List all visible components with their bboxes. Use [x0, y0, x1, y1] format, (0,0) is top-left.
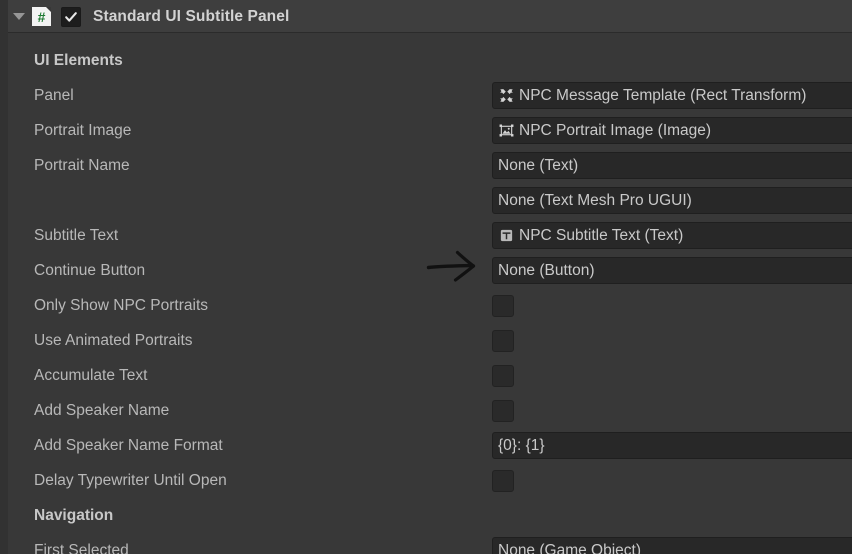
object-field-portrait-name-tmp[interactable]: None (Text Mesh Pro UGUI) — [492, 187, 852, 214]
property-row-subtitle-text: Subtitle Text NPC Subtitle Text (Text) — [8, 218, 852, 253]
checkmark-icon — [65, 11, 77, 22]
property-row-only-show-npc-portraits: Only Show NPC Portraits — [8, 288, 852, 323]
section-label: Navigation — [34, 506, 114, 524]
property-row-add-speaker-name-format: Add Speaker Name Format {0}: {1} — [8, 428, 852, 463]
object-field-portrait-name-text[interactable]: None (Text) — [492, 152, 852, 179]
property-label-delay-typewriter-until-open: Delay Typewriter Until Open — [34, 471, 227, 489]
object-field-value: None (Text) — [498, 156, 579, 174]
triangle-down-icon — [13, 13, 25, 20]
property-label-accumulate-text: Accumulate Text — [34, 366, 148, 384]
section-header-navigation: Navigation — [8, 498, 852, 533]
property-row-panel: Panel NPC Message Template (Rect Transfo… — [8, 78, 852, 113]
object-field-panel[interactable]: NPC Message Template (Rect Transform) — [492, 82, 852, 109]
object-field-value: NPC Message Template (Rect Transform) — [519, 86, 807, 104]
object-field-continue-button[interactable]: None (Button) — [492, 257, 852, 284]
component-title: Standard UI Subtitle Panel — [93, 7, 290, 25]
checkbox-accumulate-text[interactable] — [492, 364, 514, 387]
property-row-use-animated-portraits: Use Animated Portraits — [8, 323, 852, 358]
section-header-ui-elements: UI Elements — [8, 43, 852, 78]
inspector-left-gutter — [0, 0, 8, 554]
text-input-value: {0}: {1} — [498, 436, 545, 454]
image-component-icon — [498, 122, 515, 139]
property-label-portrait-image: Portrait Image — [34, 121, 132, 139]
property-row-delay-typewriter-until-open: Delay Typewriter Until Open — [8, 463, 852, 498]
object-field-first-selected[interactable]: None (Game Object) — [492, 537, 852, 554]
checkbox-only-show-npc-portraits[interactable] — [492, 294, 514, 317]
text-component-icon — [498, 227, 515, 244]
object-field-value: NPC Subtitle Text (Text) — [519, 226, 684, 244]
property-label-first-selected: First Selected — [34, 541, 129, 554]
object-field-portrait-image[interactable]: NPC Portrait Image (Image) — [492, 117, 852, 144]
object-field-subtitle-text[interactable]: NPC Subtitle Text (Text) — [492, 222, 852, 249]
unity-inspector-panel: # Standard UI Subtitle Panel UI Elements… — [0, 0, 852, 554]
checkbox-delay-typewriter-until-open[interactable] — [492, 469, 514, 492]
property-label-use-animated-portraits: Use Animated Portraits — [34, 331, 193, 349]
property-row-accumulate-text: Accumulate Text — [8, 358, 852, 393]
object-field-value: NPC Portrait Image (Image) — [519, 121, 712, 139]
property-row-portrait-name: Portrait Name None (Text) — [8, 148, 852, 183]
property-label-subtitle-text: Subtitle Text — [34, 226, 119, 244]
property-row-add-speaker-name: Add Speaker Name — [8, 393, 852, 428]
checkbox-use-animated-portraits[interactable] — [492, 329, 514, 352]
csharp-script-icon: # — [32, 7, 51, 26]
property-label-only-show-npc-portraits: Only Show NPC Portraits — [34, 296, 208, 314]
property-row-portrait-name-tmp: None (Text Mesh Pro UGUI) — [8, 183, 852, 218]
property-label-continue-button: Continue Button — [34, 261, 146, 279]
property-row-portrait-image: Portrait Image NPC Portrait Image (Image… — [8, 113, 852, 148]
object-field-value: None (Button) — [498, 261, 595, 279]
object-field-value: None (Game Object) — [498, 541, 641, 554]
property-label-add-speaker-name: Add Speaker Name — [34, 401, 170, 419]
inspector-body: UI Elements Panel NPC Message Template (… — [8, 33, 852, 554]
object-field-value: None (Text Mesh Pro UGUI) — [498, 191, 692, 209]
foldout-toggle[interactable] — [8, 13, 30, 20]
property-label-portrait-name: Portrait Name — [34, 156, 130, 174]
script-icon-glyph: # — [37, 8, 46, 25]
property-row-continue-button: Continue Button None (Button) — [8, 253, 852, 288]
text-input-add-speaker-name-format[interactable]: {0}: {1} — [492, 432, 852, 459]
property-row-first-selected: First Selected None (Game Object) — [8, 533, 852, 554]
component-header[interactable]: # Standard UI Subtitle Panel — [0, 0, 852, 33]
property-label-add-speaker-name-format: Add Speaker Name Format — [34, 436, 223, 454]
property-label-panel: Panel — [34, 86, 74, 104]
component-enabled-checkbox[interactable] — [61, 6, 81, 27]
checkbox-add-speaker-name[interactable] — [492, 399, 514, 422]
section-label: UI Elements — [34, 51, 123, 69]
rect-transform-icon — [498, 87, 515, 104]
